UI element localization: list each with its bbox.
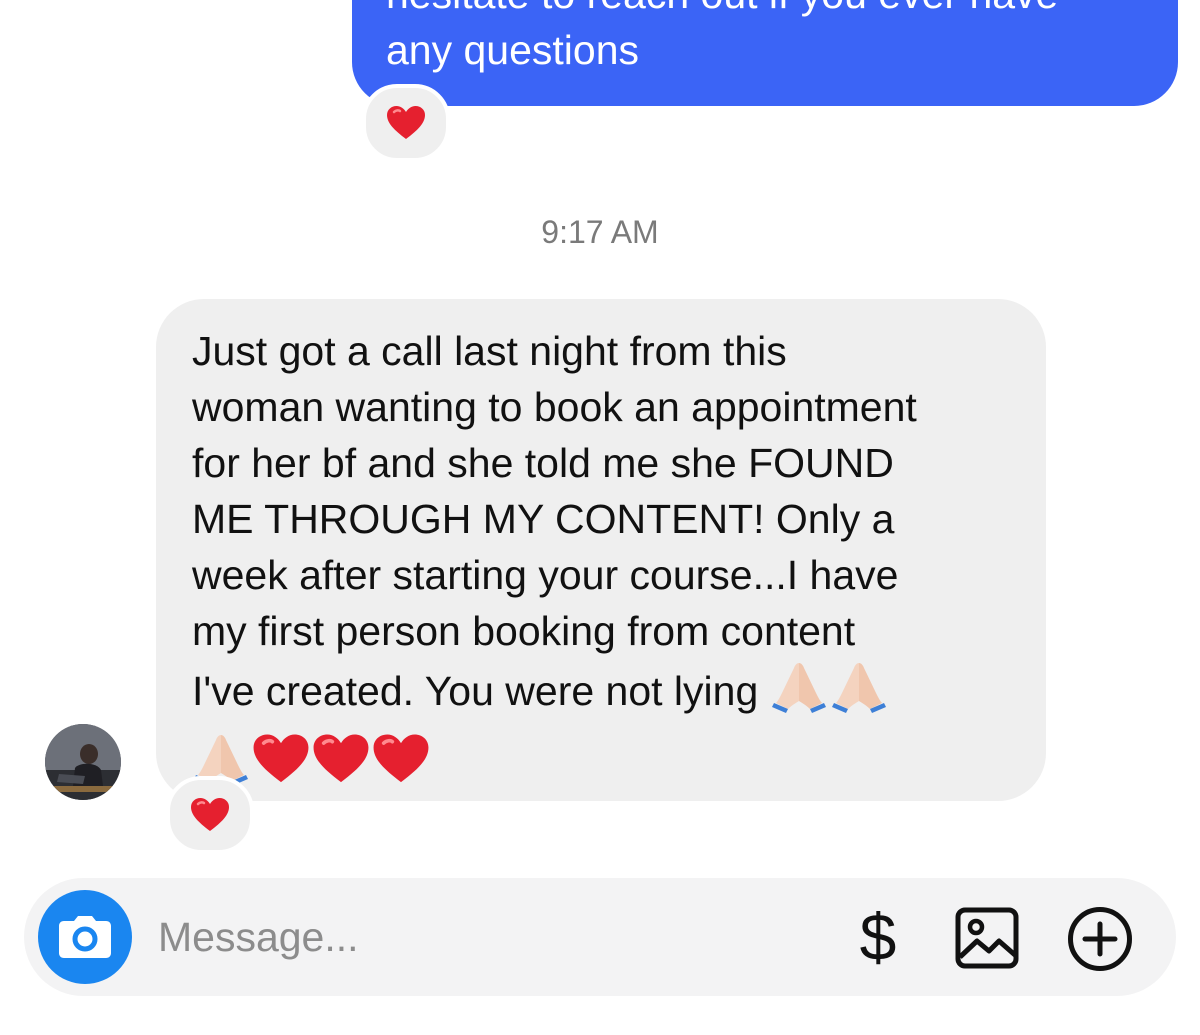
add-attachment-button[interactable]: [1067, 906, 1133, 972]
avatar-photo-icon: [45, 724, 121, 800]
folded-hands-icon: [770, 659, 828, 727]
image-icon: [955, 907, 1019, 969]
message-input[interactable]: [158, 908, 758, 966]
message-timestamp: 9:17 AM: [541, 214, 659, 250]
heart-icon: [386, 105, 426, 141]
sender-avatar[interactable]: [45, 724, 121, 800]
received-message-bubble[interactable]: Just got a call last night from this wom…: [156, 299, 1046, 801]
red-heart-icon: [252, 733, 310, 799]
heart-reaction-sent[interactable]: [362, 84, 450, 162]
emoji-group-inline: [770, 659, 888, 727]
plus-circle-icon: [1068, 907, 1132, 971]
folded-hands-icon: [830, 659, 888, 727]
heart-reaction-received[interactable]: [166, 776, 254, 854]
gallery-button[interactable]: [955, 907, 1019, 969]
heart-icon: [190, 797, 230, 833]
camera-icon: [59, 916, 111, 958]
sent-message-line: any questions: [386, 27, 640, 73]
dm-thread-screen: hesitate to reach out if you ever have a…: [0, 0, 1200, 1035]
red-heart-icon: [372, 733, 430, 799]
payment-button[interactable]: $: [850, 896, 906, 978]
sent-message-bubble[interactable]: hesitate to reach out if you ever have a…: [352, 0, 1178, 106]
message-composer: $: [24, 878, 1176, 996]
sent-message-line-partial: hesitate to reach out if you ever have: [386, 0, 1058, 22]
camera-button[interactable]: [38, 890, 132, 984]
red-heart-icon: [312, 733, 370, 799]
received-message-text: Just got a call last night from this wom…: [192, 328, 917, 714]
